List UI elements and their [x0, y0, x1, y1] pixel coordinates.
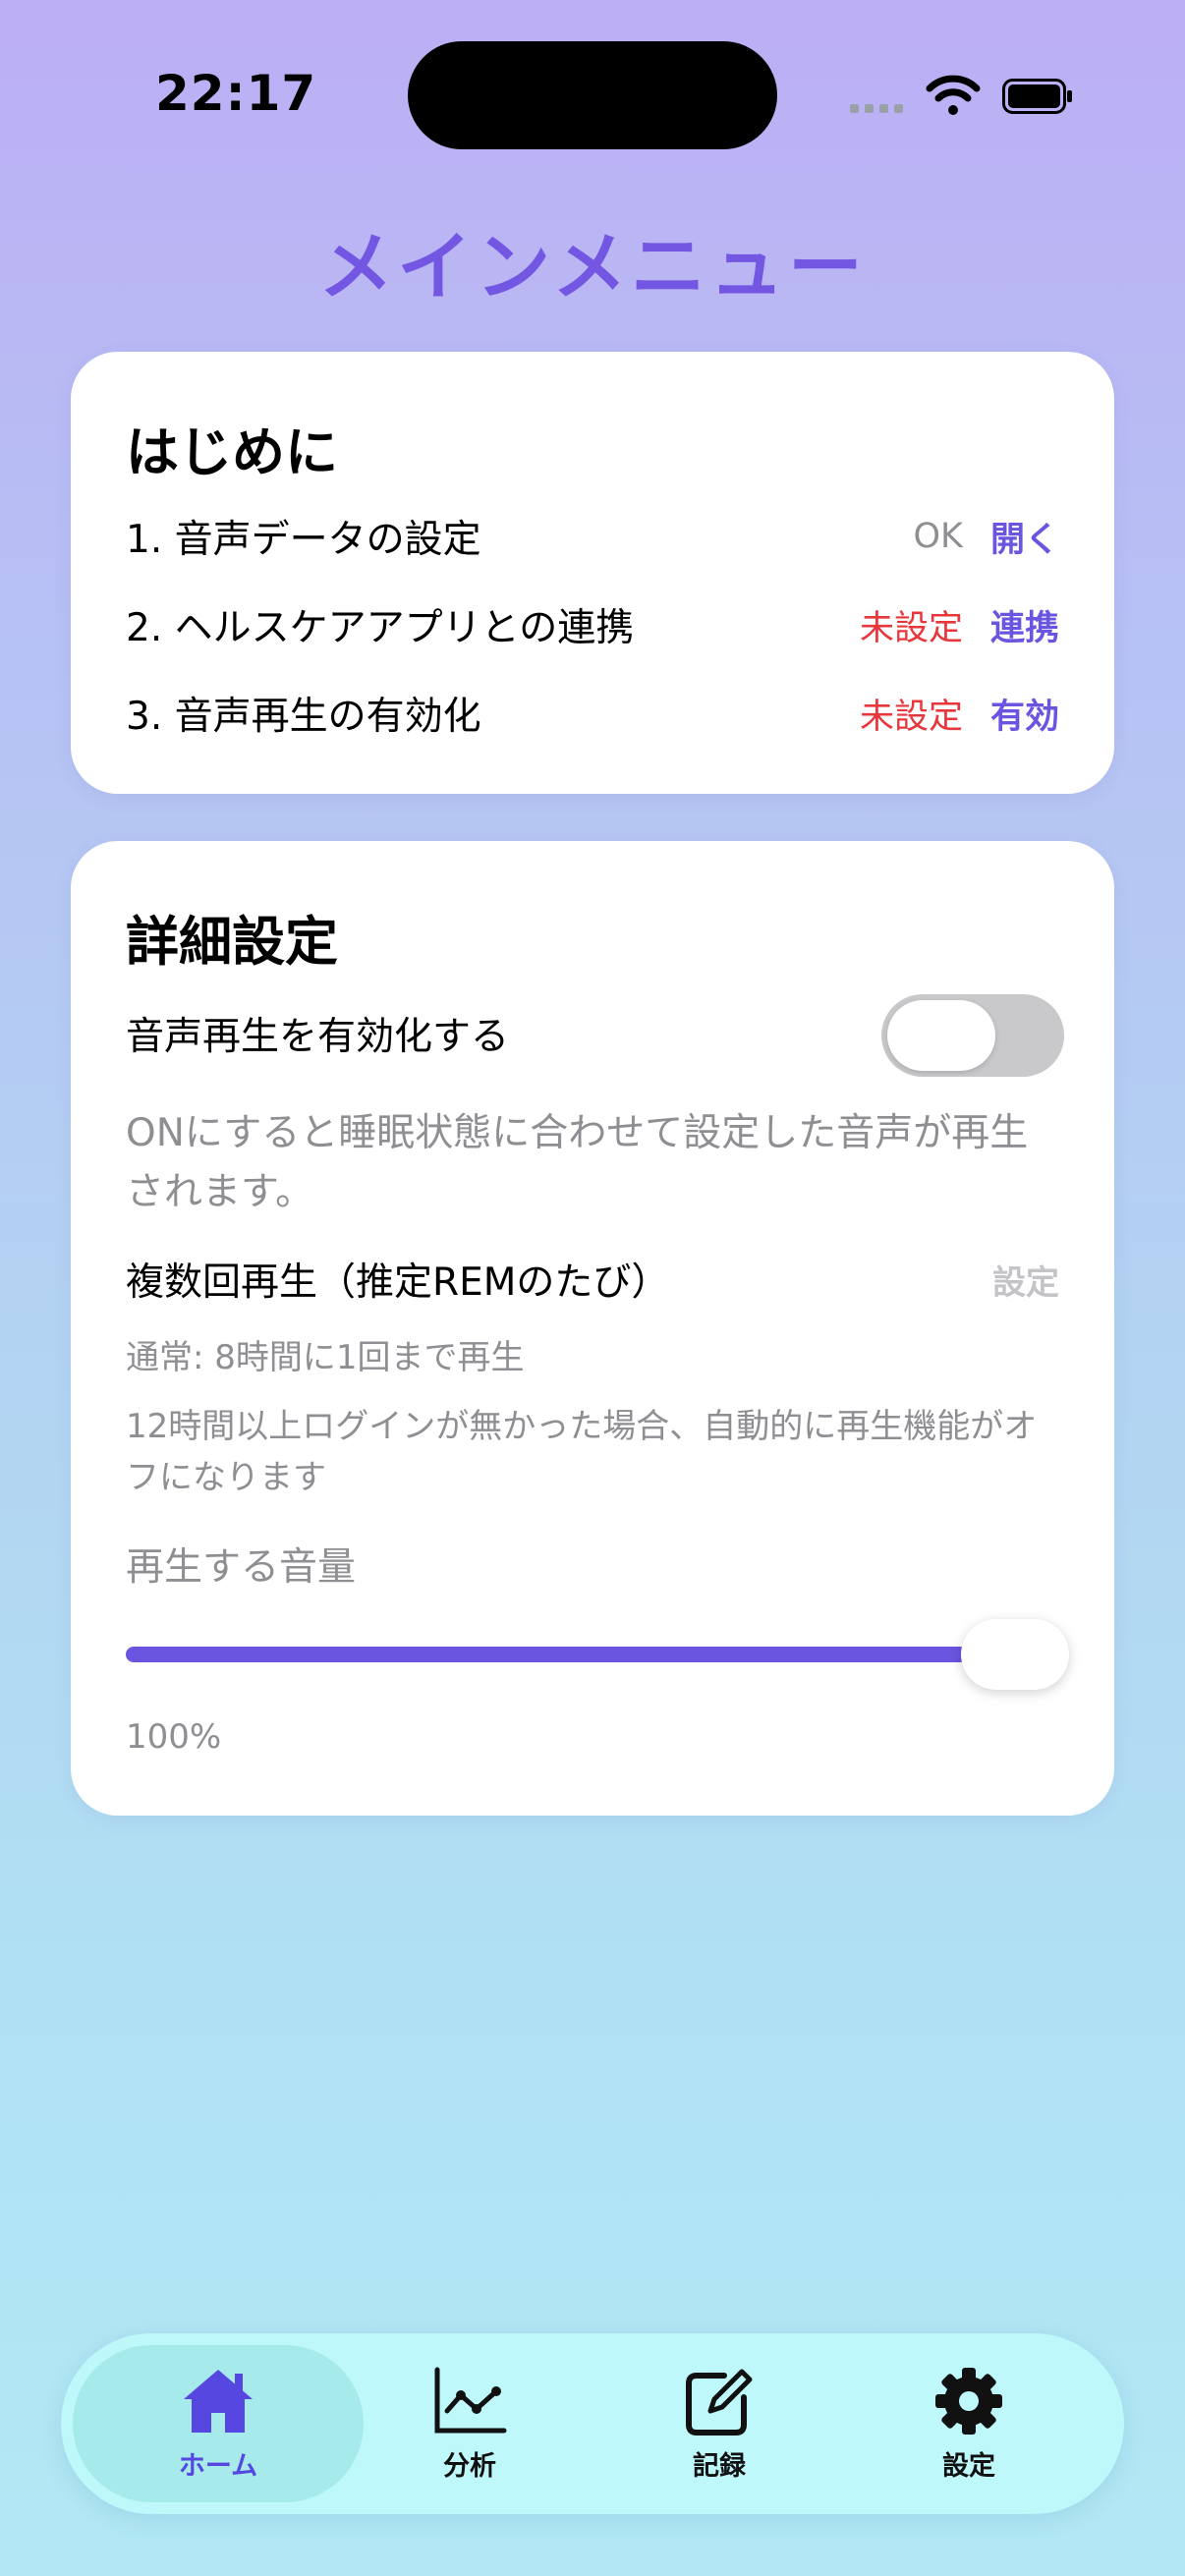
- house-icon: [184, 2369, 253, 2433]
- page-title: メインメニュー: [318, 223, 867, 310]
- cellular-signal-icon: [850, 104, 903, 113]
- status-time: 22:17: [155, 65, 317, 122]
- playback-toggle[interactable]: [881, 994, 1064, 1077]
- auto-off-note: 12時間以上ログインが無かった場合、自動的に再生機能がオフになります: [126, 1407, 1038, 1497]
- tab-home[interactable]: ホーム: [73, 2345, 364, 2502]
- tab-label: 記録: [693, 2450, 746, 2482]
- tab-bar: ホーム 分析 記録 設定: [61, 2333, 1124, 2514]
- playback-description: ONにすると睡眠状態に合わせて設定した音声が再生されます。: [126, 1111, 1029, 1214]
- step-status: 未設定: [859, 608, 963, 648]
- battery-icon: [1002, 79, 1072, 114]
- multi-play-label: 複数回再生（推定REMのたび）: [126, 1260, 670, 1305]
- playback-toggle-label: 音声再生を有効化する: [126, 1015, 510, 1059]
- step-label: 3. 音声再生の有効化: [126, 695, 481, 739]
- chart-line-icon: [434, 2367, 507, 2433]
- intro-heading: はじめに: [126, 421, 338, 483]
- edit-note-icon: [686, 2369, 753, 2436]
- wifi-icon: [926, 75, 981, 115]
- detail-settings-card: 詳細設定 音声再生を有効化する ONにすると睡眠状態に合わせて設定した音声が再生…: [71, 841, 1114, 1816]
- volume-value: 100%: [126, 1717, 222, 1757]
- step-label: 1. 音声データの設定: [126, 518, 481, 562]
- step-label: 2. ヘルスケアアプリとの連携: [126, 606, 635, 650]
- tab-record[interactable]: 記録: [574, 2345, 865, 2502]
- toggle-knob: [887, 1000, 995, 1071]
- step-row-enable-playback: 3. 音声再生の有効化 未設定 有効: [126, 684, 1059, 743]
- step-row-health-link: 2. ヘルスケアアプリとの連携 未設定 連携: [126, 595, 1059, 654]
- detail-heading: 詳細設定: [126, 911, 338, 973]
- step-row-voice-data: 1. 音声データの設定 OK 開く: [126, 507, 1059, 566]
- link-button[interactable]: 連携: [990, 600, 1059, 650]
- step-status: 未設定: [859, 697, 963, 737]
- dynamic-island: [408, 41, 777, 149]
- tab-label: ホーム: [178, 2450, 258, 2482]
- multi-play-settings-button[interactable]: 設定: [992, 1256, 1059, 1304]
- tab-settings[interactable]: 設定: [823, 2345, 1114, 2502]
- intro-card: はじめに 1. 音声データの設定 OK 開く 2. ヘルスケアアプリとの連携 未…: [71, 352, 1114, 794]
- open-button[interactable]: 開く: [990, 512, 1059, 562]
- normal-play-note: 通常: 8時間に1回まで再生: [126, 1338, 525, 1377]
- gear-icon: [935, 2367, 1002, 2435]
- volume-label: 再生する音量: [126, 1545, 357, 1590]
- tab-label: 分析: [443, 2450, 496, 2482]
- tab-label: 設定: [942, 2450, 995, 2482]
- tab-analysis[interactable]: 分析: [324, 2345, 615, 2502]
- step-status: OK: [913, 517, 963, 556]
- volume-slider-thumb[interactable]: [961, 1619, 1069, 1690]
- volume-slider-track[interactable]: [126, 1647, 1059, 1662]
- enable-button[interactable]: 有効: [990, 689, 1059, 739]
- volume-slider-fill: [126, 1647, 1005, 1662]
